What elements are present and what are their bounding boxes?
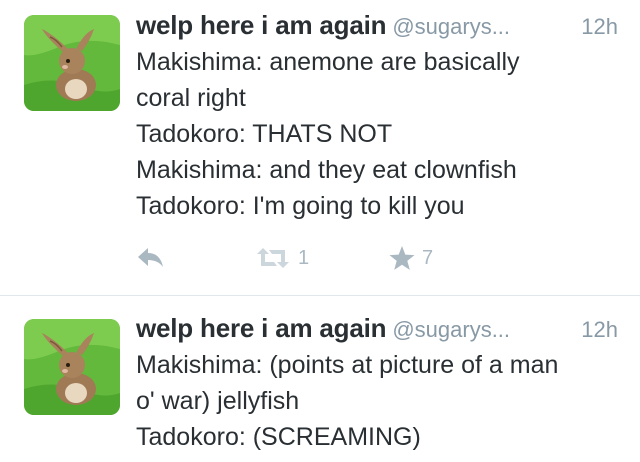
timestamp[interactable]: 12h: [581, 14, 618, 40]
tweet-line: coral right: [136, 84, 246, 112]
avatar[interactable]: [24, 319, 120, 415]
tweet-line: Makishima: and they eat clownfish: [136, 156, 517, 184]
rabbit-avatar-image: [24, 15, 120, 111]
tweet-header: welp here i am again @sugarys... 12h: [136, 313, 618, 347]
tweet-line: Makishima: (points at picture of a man: [136, 351, 559, 379]
tweet-header: welp here i am again @sugarys... 12h: [136, 10, 618, 44]
tweet-actions: 1 7: [136, 238, 556, 278]
tweet-text: Makishima: (points at picture of a man o…: [136, 347, 626, 455]
retweet-button[interactable]: 1: [254, 238, 309, 278]
display-name[interactable]: welp here i am again: [136, 10, 387, 40]
favorite-button[interactable]: 7: [388, 238, 433, 278]
tweet-line: Tadokoro: I'm going to kill you: [136, 192, 465, 220]
tweet-text: Makishima: anemone are basically coral r…: [136, 44, 626, 224]
tweet-divider: [0, 295, 640, 296]
timestamp[interactable]: 12h: [581, 317, 618, 343]
rabbit-avatar-image: [24, 319, 120, 415]
tweet-line: Makishima: anemone are basically: [136, 48, 520, 76]
tweet-line: Tadokoro: (SCREAMING): [136, 423, 421, 451]
tweet[interactable]: welp here i am again @sugarys... 12h Maki…: [0, 297, 640, 462]
tweet-line: o' war) jellyfish: [136, 387, 300, 415]
retweet-icon: [257, 248, 289, 268]
display-name[interactable]: welp here i am again: [136, 313, 387, 343]
reply-icon: [138, 248, 163, 267]
star-icon: [389, 245, 415, 270]
tweet-line: Tadokoro: THATS NOT: [136, 120, 393, 148]
reply-button[interactable]: [136, 238, 166, 278]
tweet[interactable]: welp here i am again @sugarys... 12h Maki…: [0, 0, 640, 296]
avatar[interactable]: [24, 15, 120, 111]
user-handle[interactable]: @sugarys...: [392, 14, 510, 39]
favorite-count: 7: [422, 246, 434, 269]
retweet-count: 1: [298, 246, 310, 269]
user-handle[interactable]: @sugarys...: [392, 317, 510, 342]
